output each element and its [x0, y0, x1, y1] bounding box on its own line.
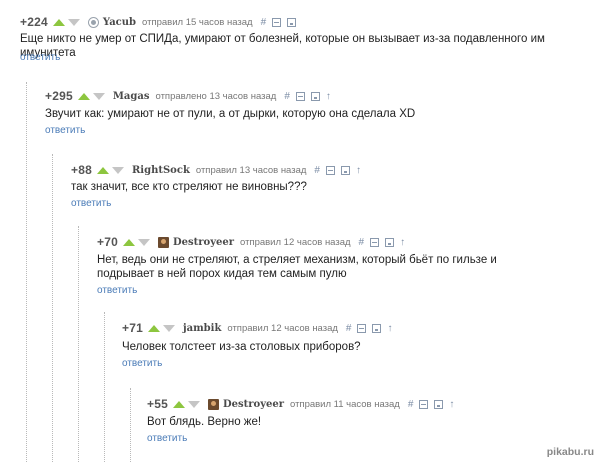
comment-text: Звучит как: умирают не от пули, а от дыр… — [45, 108, 416, 120]
comment-author[interactable]: Yacub — [103, 17, 136, 28]
collapse-icon[interactable] — [295, 91, 305, 101]
collapse-icon[interactable] — [370, 237, 380, 247]
permalink-link[interactable]: # — [261, 17, 267, 28]
comment-rating: +295 — [45, 89, 73, 103]
destroyeer-avatar-image — [207, 398, 219, 410]
collapse-icon[interactable] — [325, 165, 335, 175]
comment: +55 Destroyeer отправил 11 часов назад #… — [130, 388, 600, 462]
destroyeer-avatar-image — [157, 236, 169, 248]
upvote-icon[interactable] — [172, 400, 185, 408]
comment-text: так значит, все кто стреляют не виновны?… — [71, 181, 307, 193]
save-icon[interactable] — [310, 91, 320, 101]
comment-time: отправлено 13 часов назад — [155, 90, 277, 102]
comment-text: Еще никто не умер от СПИДа, умирают от б… — [20, 33, 545, 59]
comment: +224 Yacub отправил 15 часов назад # Еще… — [20, 14, 600, 66]
save-icon[interactable] — [340, 165, 350, 175]
comment-rating: +70 — [97, 235, 118, 249]
parent-arrow-icon[interactable]: ↑ — [449, 399, 454, 410]
comment-header: +55 Destroyeer отправил 11 часов назад #… — [147, 396, 460, 412]
downvote-icon[interactable] — [67, 18, 80, 26]
permalink-link[interactable]: # — [359, 237, 365, 248]
save-icon[interactable] — [372, 323, 382, 333]
comment-author[interactable]: Magas — [113, 91, 150, 102]
comment-time: отправил 11 часов назад — [290, 398, 400, 410]
comment-rating: +55 — [147, 397, 168, 411]
collapse-icon[interactable] — [419, 399, 429, 409]
permalink-link[interactable]: # — [314, 165, 320, 176]
comment-thread: +224 Yacub отправил 15 часов назад # Еще… — [0, 0, 600, 463]
reply-link[interactable]: ответить — [97, 285, 137, 296]
comment-author[interactable]: RightSock — [132, 165, 190, 176]
parent-arrow-icon[interactable]: ↑ — [326, 91, 331, 102]
reply-link[interactable]: ответить — [20, 52, 60, 63]
upvote-icon[interactable] — [122, 238, 135, 246]
comment-text: Человек толстеет из-за столовых приборов… — [122, 341, 361, 353]
downvote-icon[interactable] — [187, 400, 200, 408]
comment-time: отправил 13 часов назад — [195, 164, 307, 176]
comment-header: +88 RightSock отправил 13 часов назад # … — [71, 162, 367, 178]
downvote-icon[interactable] — [137, 238, 150, 246]
downvote-icon[interactable] — [162, 324, 175, 332]
comment-rating: +224 — [20, 15, 48, 29]
user-avatar-icon — [87, 16, 99, 28]
site-watermark: pikabu.ru — [546, 446, 594, 458]
reply-link[interactable]: ответить — [122, 358, 162, 369]
comment-header: +224 Yacub отправил 15 часов назад # — [20, 14, 302, 30]
parent-arrow-icon[interactable]: ↑ — [356, 165, 361, 176]
upvote-icon[interactable] — [147, 324, 160, 332]
upvote-icon[interactable] — [77, 92, 90, 100]
comment-time: отправил 15 часов назад — [142, 16, 253, 28]
parent-arrow-icon[interactable]: ↑ — [400, 237, 405, 248]
parent-arrow-icon[interactable]: ↑ — [387, 323, 392, 334]
comment-author[interactable]: Destroyeer — [223, 399, 284, 410]
reply-link[interactable]: ответить — [45, 125, 85, 136]
permalink-link[interactable]: # — [284, 91, 290, 102]
comment-rating: +71 — [122, 321, 143, 335]
comment-header: +71 jambik отправил 12 часов назад # ↑ — [122, 320, 398, 336]
collapse-icon[interactable] — [357, 323, 367, 333]
upvote-icon[interactable] — [52, 18, 65, 26]
comment-author[interactable]: jambik — [183, 323, 221, 334]
comment-text: Нет, ведь они не стреляют, а стреляет ме… — [97, 254, 497, 280]
comment-header: +70 Destroyeer отправил 12 часов назад #… — [97, 234, 411, 250]
downvote-icon[interactable] — [111, 166, 124, 174]
comment-text: Вот блядь. Верно же! — [147, 416, 262, 428]
comment-author[interactable]: Destroyeer — [173, 237, 234, 248]
upvote-icon[interactable] — [96, 166, 109, 174]
comment-rating: +88 — [71, 163, 92, 177]
reply-link[interactable]: ответить — [147, 433, 187, 444]
collapse-icon[interactable] — [272, 17, 282, 27]
comment-header: +295 Magas отправлено 13 часов назад # ↑ — [45, 88, 337, 104]
permalink-link[interactable]: # — [408, 399, 414, 410]
permalink-link[interactable]: # — [346, 323, 352, 334]
save-icon[interactable] — [434, 399, 444, 409]
save-icon[interactable] — [287, 17, 297, 27]
comment-time: отправил 12 часов назад — [227, 322, 338, 334]
save-icon[interactable] — [385, 237, 395, 247]
downvote-icon[interactable] — [92, 92, 105, 100]
comment-time: отправил 12 часов назад — [240, 236, 351, 248]
reply-link[interactable]: ответить — [71, 198, 111, 209]
